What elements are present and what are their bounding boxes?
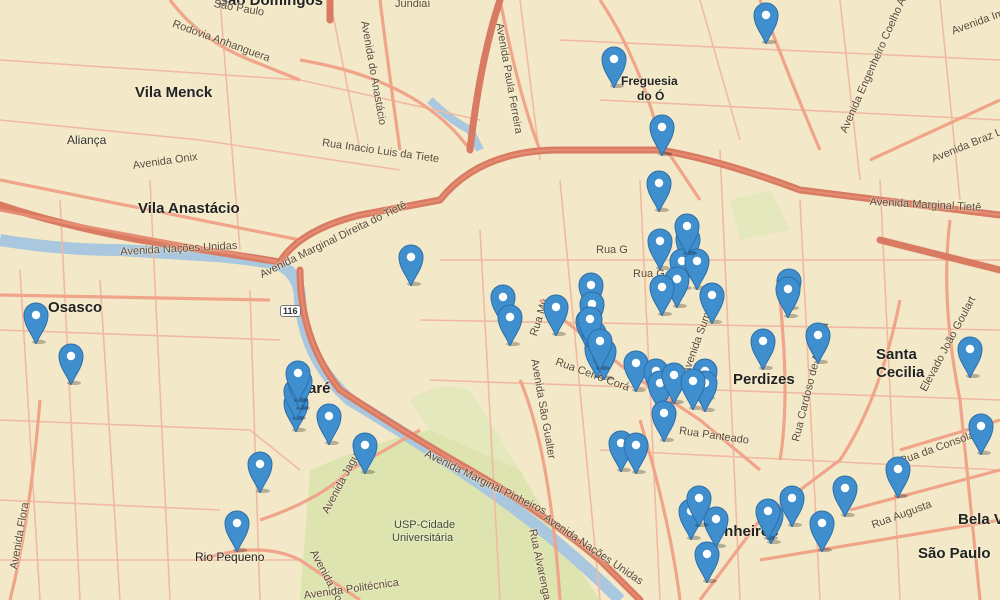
map-marker-icon[interactable] <box>693 539 721 583</box>
place-label-alianca: Aliança <box>67 133 107 147</box>
map-marker-icon[interactable] <box>351 430 379 474</box>
place-label-bela-vista: Bela Vist <box>958 511 1000 528</box>
map-marker-icon[interactable] <box>646 226 674 270</box>
place-label-do-o: do Ó <box>637 89 665 103</box>
map-marker-icon[interactable] <box>586 326 614 370</box>
map-marker-icon[interactable] <box>956 334 984 378</box>
map-marker-icon[interactable] <box>967 411 995 455</box>
place-label-rio-pequeno: Rio Pequeno <box>195 550 265 564</box>
map-marker-icon[interactable] <box>648 112 676 156</box>
map-marker-icon[interactable] <box>774 274 802 318</box>
map-marker-icon[interactable] <box>645 168 673 212</box>
place-label-cecilia: Cecilia <box>876 364 925 381</box>
map-view[interactable]: São Domingos Vila Menck Aliança Vila Ana… <box>0 0 1000 600</box>
map-marker-icon[interactable] <box>754 496 782 540</box>
map-marker-icon[interactable] <box>542 292 570 336</box>
map-marker-icon[interactable] <box>600 44 628 88</box>
place-label-usp-2: Universitária <box>392 532 454 544</box>
map-marker-icon[interactable] <box>246 449 274 493</box>
map-marker-icon[interactable] <box>57 341 85 385</box>
map-marker-icon[interactable] <box>884 454 912 498</box>
place-label-sao-paulo: São Paulo <box>918 545 991 562</box>
map-marker-icon[interactable] <box>698 280 726 324</box>
map-marker-icon[interactable] <box>648 272 676 316</box>
place-label-freguesia: Freguesia <box>621 74 678 88</box>
map-marker-icon[interactable] <box>679 366 707 410</box>
map-marker-icon[interactable] <box>397 242 425 286</box>
map-marker-icon[interactable] <box>223 508 251 552</box>
place-label-usp-1: USP-Cidade <box>394 519 456 531</box>
map-marker-icon[interactable] <box>685 483 713 527</box>
map-marker-icon[interactable] <box>808 508 836 552</box>
map-marker-icon[interactable] <box>804 320 832 364</box>
map-marker-icon[interactable] <box>650 398 678 442</box>
map-marker-icon[interactable] <box>622 430 650 474</box>
street-label-jundiai: Jundiaí <box>395 0 431 10</box>
map-marker-icon[interactable] <box>749 326 777 370</box>
place-label-vila-menck: Vila Menck <box>135 84 213 101</box>
map-marker-icon[interactable] <box>752 0 780 44</box>
place-label-santa: Santa <box>876 346 917 363</box>
map-marker-icon[interactable] <box>284 358 312 402</box>
place-label-vila-anastacio: Vila Anastácio <box>138 200 240 217</box>
map-marker-icon[interactable] <box>22 300 50 344</box>
place-label-osasco: Osasco <box>48 299 103 316</box>
place-label-perdizes: Perdizes <box>733 371 795 388</box>
highway-shield-116: 116 <box>280 305 301 317</box>
map-marker-icon[interactable] <box>496 302 524 346</box>
street-label-gualachos: Rua G <box>596 244 628 256</box>
map-marker-icon[interactable] <box>315 401 343 445</box>
map-marker-icon[interactable] <box>673 211 701 255</box>
